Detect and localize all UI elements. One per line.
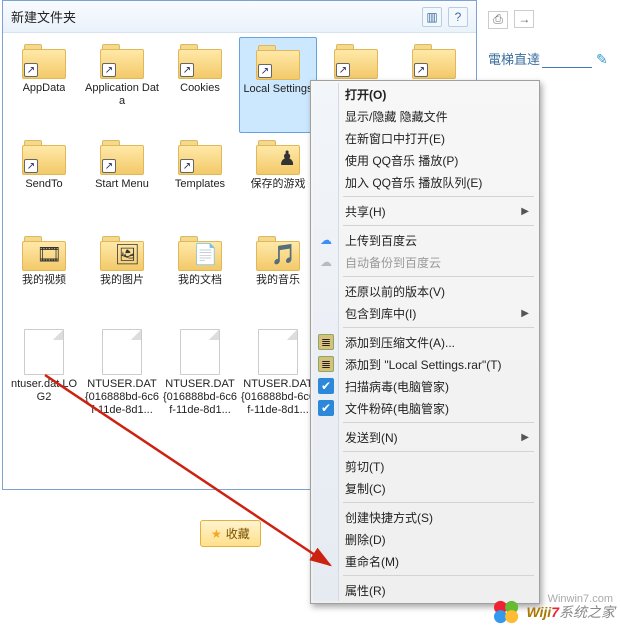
file-item[interactable]: NTUSER.DAT{016888bd-6c6f-11de-8d1...: [161, 325, 239, 421]
context-menu-item[interactable]: ☁上传到百度云: [313, 229, 537, 251]
context-menu-item[interactable]: 属性(R): [313, 579, 537, 601]
folder-icon: ♟: [256, 137, 300, 175]
file-item[interactable]: 🎞 我的视频: [5, 229, 83, 325]
context-menu-item[interactable]: 重命名(M): [313, 550, 537, 572]
file-label: 我的图片: [100, 274, 144, 287]
print-icon[interactable]: ⎙: [488, 11, 508, 29]
context-menu-item[interactable]: ✔文件粉碎(电脑管家): [313, 397, 537, 419]
file-icon: [24, 329, 64, 375]
watermark-url: Winwin7.com: [548, 593, 613, 605]
context-menu-item[interactable]: 在新窗口中打开(E): [313, 127, 537, 149]
pen-icon[interactable]: ✎: [596, 51, 608, 68]
archive-icon: ≣: [318, 334, 334, 350]
file-label: Application Data: [85, 82, 159, 108]
file-label: SendTo: [25, 178, 62, 191]
view-icon[interactable]: ▥: [422, 7, 442, 27]
context-menu-item[interactable]: 加入 QQ音乐 播放队列(E): [313, 171, 537, 193]
folder-icon: 🎞: [22, 233, 66, 271]
help-icon[interactable]: ?: [448, 7, 468, 27]
cloud-icon: ☁: [318, 254, 334, 270]
context-menu: 打开(O)显示/隐藏 隐藏文件在新窗口中打开(E)使用 QQ音乐 播放(P)加入…: [310, 80, 540, 604]
folder-icon: ↗: [22, 41, 66, 79]
file-item[interactable]: NTUSER.DAT{016888bd-6c6f-11de-8d1...: [83, 325, 161, 421]
context-menu-item[interactable]: 还原以前的版本(V): [313, 280, 537, 302]
context-menu-item[interactable]: ≣添加到压缩文件(A)...: [313, 331, 537, 353]
archive-icon: ≣: [318, 356, 334, 372]
file-label: 保存的游戏: [251, 178, 306, 191]
breadcrumb[interactable]: 新建文件夹: [11, 7, 76, 26]
file-label: NTUSER.DAT{016888bd-6c6f-11de-8d1...: [85, 378, 159, 417]
file-label: Start Menu: [95, 178, 149, 191]
context-menu-item[interactable]: 共享(H)▶: [313, 200, 537, 222]
submenu-arrow-icon: ▶: [521, 308, 529, 319]
folder-icon: 🖼: [100, 233, 144, 271]
elevator-label: 電梯直達: [488, 49, 540, 71]
file-item[interactable]: NTUSER.DAT{016888bd-6c6f-11de-8d1...: [239, 325, 317, 421]
context-menu-item[interactable]: 显示/隐藏 隐藏文件: [313, 105, 537, 127]
context-menu-item[interactable]: 删除(D): [313, 528, 537, 550]
file-item[interactable]: ↗ SendTo: [5, 133, 83, 229]
file-item[interactable]: 🖼 我的图片: [83, 229, 161, 325]
context-menu-item[interactable]: 创建快捷方式(S): [313, 506, 537, 528]
file-item[interactable]: ↗ Templates: [161, 133, 239, 229]
folder-icon: ↗: [412, 41, 456, 79]
file-icon: [102, 329, 142, 375]
file-label: NTUSER.DAT{016888bd-6c6f-11de-8d1...: [163, 378, 237, 417]
folder-icon: ↗: [256, 42, 300, 80]
context-menu-item[interactable]: ✔扫描病毒(电脑管家): [313, 375, 537, 397]
file-item[interactable]: ↗ Application Data: [83, 37, 161, 133]
context-menu-item[interactable]: 发送到(N)▶: [313, 426, 537, 448]
folder-icon: ↗: [178, 137, 222, 175]
file-label: Local Settings: [243, 83, 312, 96]
file-label: NTUSER.DAT{016888bd-6c6f-11de-8d1...: [241, 378, 315, 417]
file-item[interactable]: ↗ Local Settings: [239, 37, 317, 133]
file-item[interactable]: 📄 我的文档: [161, 229, 239, 325]
cloud-icon: ☁: [318, 232, 334, 248]
file-label: 我的视频: [22, 274, 66, 287]
folder-icon: 📄: [178, 233, 222, 271]
folder-icon: ↗: [22, 137, 66, 175]
context-menu-item: ☁自动备份到百度云: [313, 251, 537, 273]
file-icon: [180, 329, 220, 375]
context-menu-item[interactable]: 复制(C): [313, 477, 537, 499]
shield-icon: ✔: [318, 378, 334, 394]
file-label: 我的文档: [178, 274, 222, 287]
folder-icon: ↗: [100, 137, 144, 175]
file-item[interactable]: 🎵 我的音乐: [239, 229, 317, 325]
elevator-input[interactable]: [542, 52, 592, 68]
folder-icon: ↗: [178, 41, 222, 79]
file-item[interactable]: ↗ Start Menu: [83, 133, 161, 229]
submenu-arrow-icon: ▶: [521, 432, 529, 443]
context-menu-item[interactable]: 使用 QQ音乐 播放(P): [313, 149, 537, 171]
toolbar: 新建文件夹 ▥ ?: [3, 1, 476, 33]
next-icon[interactable]: →: [514, 10, 534, 28]
file-icon: [258, 329, 298, 375]
submenu-arrow-icon: ▶: [521, 206, 529, 217]
file-label: AppData: [23, 82, 66, 95]
folder-icon: ↗: [100, 41, 144, 79]
file-item[interactable]: ↗ Cookies: [161, 37, 239, 133]
file-item[interactable]: ntuser.dat.LOG2: [5, 325, 83, 421]
file-item[interactable]: ♟ 保存的游戏: [239, 133, 317, 229]
file-label: Templates: [175, 178, 225, 191]
file-label: 我的音乐: [256, 274, 300, 287]
context-menu-item[interactable]: 包含到库中(I)▶: [313, 302, 537, 324]
shield-icon: ✔: [318, 400, 334, 416]
file-label: Cookies: [180, 82, 220, 95]
file-item[interactable]: ↗ AppData: [5, 37, 83, 133]
context-menu-item[interactable]: 剪切(T): [313, 455, 537, 477]
context-menu-item[interactable]: ≣添加到 "Local Settings.rar"(T): [313, 353, 537, 375]
context-menu-item[interactable]: 打开(O): [313, 83, 537, 105]
favorite-button[interactable]: ★ 收藏: [200, 520, 261, 547]
folder-icon: ↗: [334, 41, 378, 79]
star-icon: ★: [211, 527, 222, 541]
folder-icon: 🎵: [256, 233, 300, 271]
file-label: ntuser.dat.LOG2: [7, 378, 81, 404]
